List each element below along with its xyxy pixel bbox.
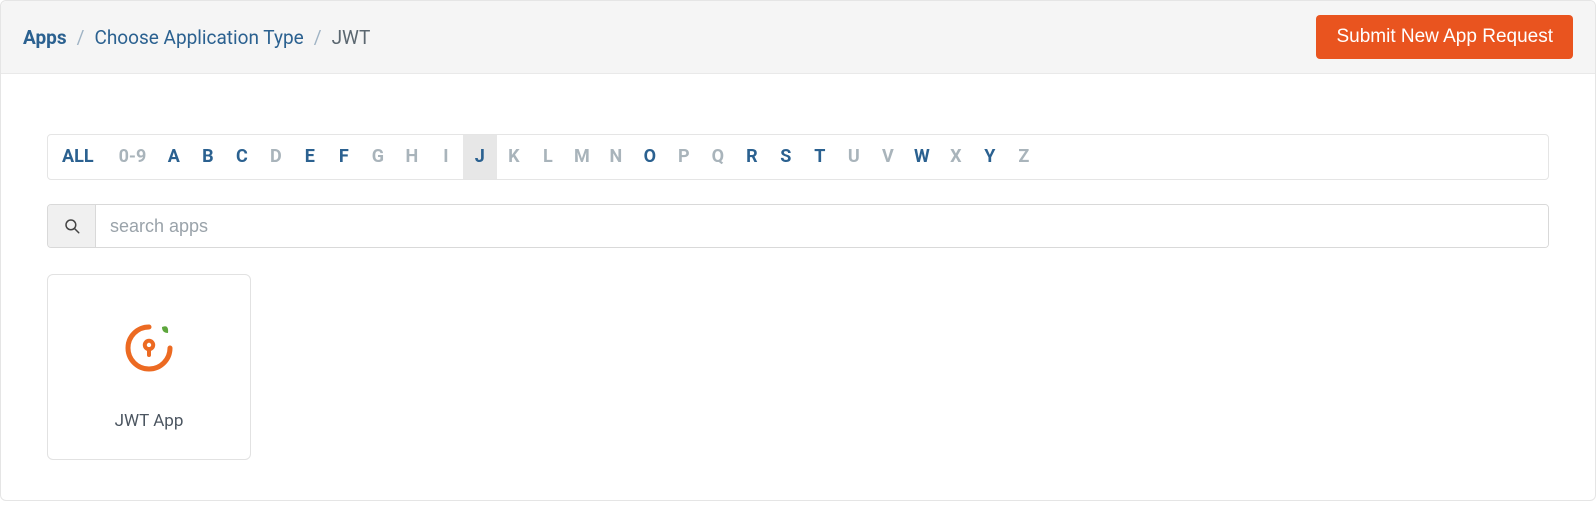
- app-logo-icon: [122, 303, 176, 393]
- search-input[interactable]: [96, 205, 1548, 247]
- submit-new-app-request-button[interactable]: Submit New App Request: [1316, 15, 1573, 59]
- breadcrumb: Apps / Choose Application Type / JWT: [23, 26, 370, 49]
- breadcrumb-apps[interactable]: Apps: [23, 26, 67, 49]
- alpha-tab-r[interactable]: R: [735, 134, 769, 180]
- app-card[interactable]: JWT App: [47, 274, 251, 460]
- alpha-tab-x: X: [939, 134, 973, 180]
- alpha-tab-k: K: [497, 134, 531, 180]
- alpha-tab-j[interactable]: J: [463, 134, 497, 180]
- breadcrumb-separator: /: [77, 26, 85, 49]
- alpha-tab-0-9: 0-9: [109, 134, 158, 180]
- alphabet-filter-bar: ALL 0-9ABCDEFGHIJKLMNOPQRSTUVWXYZ: [47, 134, 1549, 180]
- breadcrumb-separator: /: [314, 26, 322, 49]
- alpha-tab-m: M: [565, 134, 599, 180]
- alpha-tab-c[interactable]: C: [225, 134, 259, 180]
- header-bar: Apps / Choose Application Type / JWT Sub…: [1, 1, 1595, 74]
- alpha-tab-v: V: [871, 134, 905, 180]
- alpha-tab-h: H: [395, 134, 429, 180]
- alpha-tab-d: D: [259, 134, 293, 180]
- breadcrumb-current: JWT: [332, 26, 371, 49]
- alpha-tab-s[interactable]: S: [769, 134, 803, 180]
- search-icon: [48, 205, 96, 247]
- search-row: [47, 204, 1549, 248]
- alpha-tab-z: Z: [1007, 134, 1041, 180]
- alpha-tab-t[interactable]: T: [803, 134, 837, 180]
- alpha-tab-q: Q: [701, 134, 735, 180]
- alpha-tab-all[interactable]: ALL: [48, 134, 109, 180]
- alpha-tab-b[interactable]: B: [191, 134, 225, 180]
- alpha-tab-e[interactable]: E: [293, 134, 327, 180]
- alpha-tab-y[interactable]: Y: [973, 134, 1007, 180]
- alpha-tab-f[interactable]: F: [327, 134, 361, 180]
- alpha-tab-u: U: [837, 134, 871, 180]
- alpha-tab-g: G: [361, 134, 395, 180]
- alpha-tab-i: I: [429, 134, 463, 180]
- alpha-tab-n: N: [599, 134, 633, 180]
- breadcrumb-choose-type[interactable]: Choose Application Type: [94, 26, 303, 49]
- app-cards-grid: JWT App: [47, 274, 1549, 460]
- alpha-tab-a[interactable]: A: [157, 134, 191, 180]
- alpha-tab-p: P: [667, 134, 701, 180]
- content-area: ALL 0-9ABCDEFGHIJKLMNOPQRSTUVWXYZ JWT Ap…: [1, 74, 1595, 500]
- alpha-tab-w[interactable]: W: [905, 134, 939, 180]
- app-card-label: JWT App: [115, 411, 184, 431]
- alpha-tab-l: L: [531, 134, 565, 180]
- page-container: Apps / Choose Application Type / JWT Sub…: [0, 0, 1596, 501]
- alpha-tab-o[interactable]: O: [633, 134, 667, 180]
